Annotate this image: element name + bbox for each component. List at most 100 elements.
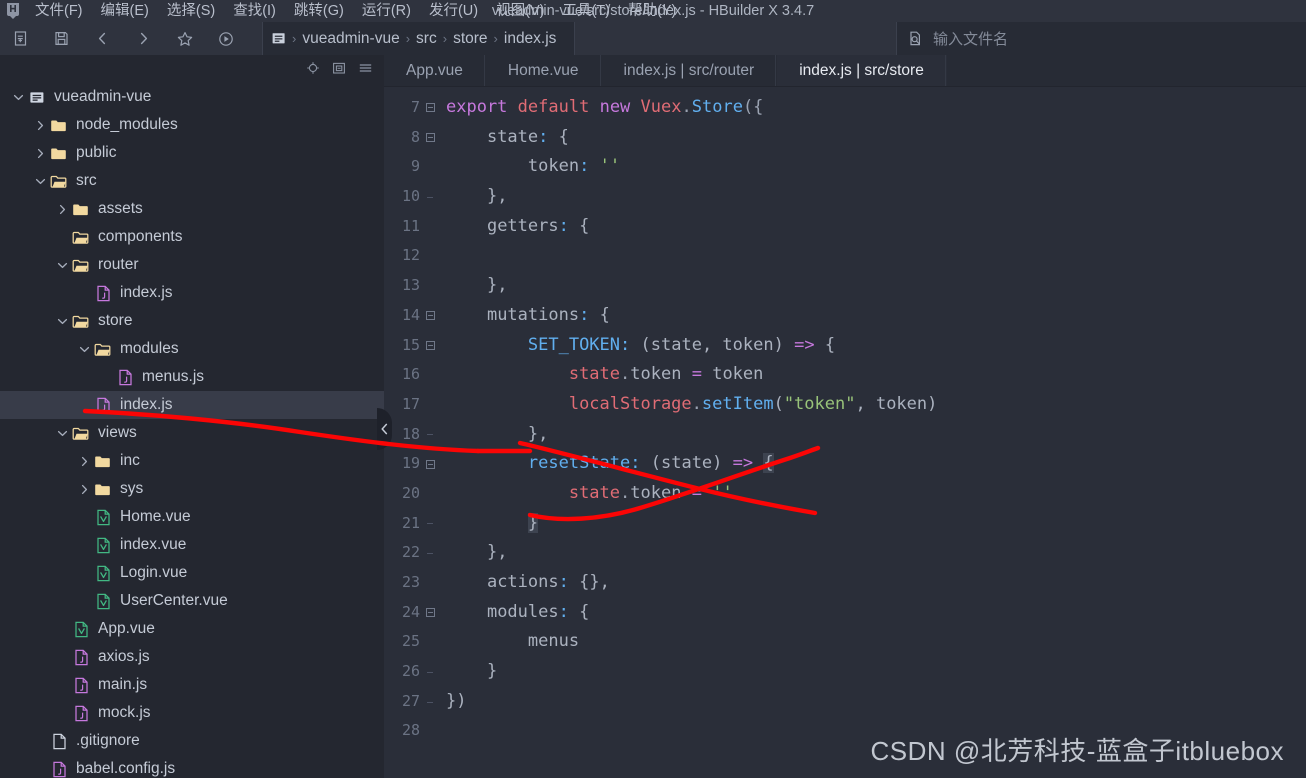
breadcrumb-item-src[interactable]: src [412,30,441,48]
code-line[interactable]: 21 } [384,509,1306,539]
menu-item-run[interactable]: 运行(R) [353,0,420,22]
tree-item-.gitignore[interactable]: .gitignore [0,727,384,755]
chevron-down-icon[interactable] [54,419,70,447]
menu-bar[interactable]: 文件(F) 编辑(E) 选择(S) 查找(I) 跳转(G) 运行(R) 发行(U… [26,0,685,22]
sidebar-menu-icon[interactable] [354,57,376,79]
code-line[interactable]: 23 actions: {}, [384,568,1306,598]
tree-item-index.vue[interactable]: index.vue [0,531,384,559]
code-line[interactable]: 24 modules: { [384,598,1306,628]
code-token: ( [773,393,784,414]
menu-item-select[interactable]: 选择(S) [158,0,224,22]
chevron-right-icon[interactable] [54,195,70,223]
breadcrumb-item-project[interactable]: vueadmin-vue [298,30,403,48]
tree-item-assets[interactable]: assets [0,195,384,223]
tree-item-index.js[interactable]: index.js [0,279,384,307]
forward-icon[interactable] [123,22,164,55]
code-fold-toggle-icon[interactable] [422,340,438,350]
tree-item-components[interactable]: components [0,223,384,251]
tree-item-main.js[interactable]: main.js [0,671,384,699]
editor-tab-1[interactable]: Home.vue [485,55,602,86]
chevron-down-icon[interactable] [32,167,48,195]
collapse-all-icon[interactable] [328,57,350,79]
code-fold-toggle-icon[interactable] [422,133,438,143]
code-line-text: }, [438,538,507,568]
code-token: . [620,482,631,503]
chevron-right-icon[interactable] [32,111,48,139]
tree-item-src[interactable]: src [0,167,384,195]
tree-item-mock.js[interactable]: mock.js [0,699,384,727]
code-line[interactable]: 22 }, [384,538,1306,568]
code-line[interactable]: 7 export default new Vuex.Store({ [384,93,1306,123]
code-line[interactable]: 25 menus [384,627,1306,657]
tree-item-axios.js[interactable]: axios.js [0,643,384,671]
menu-item-view[interactable]: 视图(V) [487,0,553,22]
menu-item-help[interactable]: 帮助(Y) [619,0,685,22]
code-fold-toggle-icon[interactable] [422,311,438,321]
chevron-right-icon[interactable] [76,475,92,503]
file-tree[interactable]: vueadmin-vue node_modules public src assets c… [0,81,384,778]
chevron-down-icon[interactable] [54,251,70,279]
tree-item-sys[interactable]: sys [0,475,384,503]
code-line[interactable]: 17 localStorage.setItem("token", token) [384,390,1306,420]
code-fold-toggle-icon[interactable] [422,608,438,618]
tree-item-inc[interactable]: inc [0,447,384,475]
code-line[interactable]: 8 state: { [384,123,1306,153]
tree-item-modules[interactable]: modules [0,335,384,363]
code-editor[interactable]: 7 export default new Vuex.Store({8 state:… [384,87,1306,778]
tree-item-babel.config.js[interactable]: babel.config.js [0,755,384,778]
tree-item-vueadmin-vue[interactable]: vueadmin-vue [0,83,384,111]
editor-tab-bar[interactable]: App.vue Home.vue index.js | src/router inde… [384,55,1306,87]
editor-tab-0[interactable]: App.vue [384,55,486,86]
tree-item-store[interactable]: store [0,307,384,335]
code-line[interactable]: 10 }, [384,182,1306,212]
run-icon[interactable] [205,22,246,55]
code-line[interactable]: 13 }, [384,271,1306,301]
menu-item-goto[interactable]: 跳转(G) [285,0,353,22]
favorite-star-icon[interactable] [164,22,205,55]
tree-item-login.vue[interactable]: Login.vue [0,559,384,587]
code-line[interactable]: 12 [384,241,1306,271]
chevron-down-icon[interactable] [54,307,70,335]
new-file-icon[interactable] [0,22,41,55]
filename-search-box[interactable]: 输入文件名 [896,22,1306,55]
editor-tab-3[interactable]: index.js | src/store [777,55,947,86]
code-line[interactable]: 20 state.token = '' [384,479,1306,509]
breadcrumb-item-file[interactable]: index.js [500,30,561,48]
chevron-down-icon[interactable] [10,83,26,111]
tree-item-views[interactable]: views [0,419,384,447]
menu-item-tools[interactable]: 工具(T) [553,0,619,22]
menu-item-edit[interactable]: 编辑(E) [92,0,158,22]
code-line[interactable]: 18 }, [384,420,1306,450]
code-line[interactable]: 26 } [384,657,1306,687]
tree-item-router[interactable]: router [0,251,384,279]
tree-item-public[interactable]: public [0,139,384,167]
tree-item-home.vue[interactable]: Home.vue [0,503,384,531]
code-fold-toggle-icon[interactable] [422,459,438,469]
code-line[interactable]: 9 token: '' [384,152,1306,182]
code-line[interactable]: 15 SET_TOKEN: (state, token) => { [384,331,1306,361]
menu-item-file[interactable]: 文件(F) [26,0,92,22]
code-fold-toggle-icon[interactable] [422,103,438,113]
code-line[interactable]: 11 getters: { [384,212,1306,242]
chevron-right-icon[interactable] [76,447,92,475]
menu-item-publish[interactable]: 发行(U) [420,0,487,22]
code-line[interactable]: 19 resetState: (state) => { [384,449,1306,479]
chevron-right-icon[interactable] [32,139,48,167]
code-content[interactable]: 7 export default new Vuex.Store({8 state:… [384,87,1306,746]
menu-item-find[interactable]: 查找(I) [224,0,285,22]
breadcrumb-item-store[interactable]: store [449,30,491,48]
code-line[interactable]: 27}) [384,687,1306,717]
tree-item-index.js[interactable]: index.js [0,391,384,419]
editor-tab-2[interactable]: index.js | src/router [601,55,778,86]
tree-item-app.vue[interactable]: App.vue [0,615,384,643]
tree-item-menus.js[interactable]: menus.js [0,363,384,391]
code-line[interactable]: 14 mutations: { [384,301,1306,331]
locate-file-icon[interactable] [302,57,324,79]
tree-item-node_modules[interactable]: node_modules [0,111,384,139]
breadcrumb[interactable]: › vueadmin-vue › src › store › index.js [262,22,576,55]
code-line[interactable]: 16 state.token = token [384,360,1306,390]
tree-item-usercenter.vue[interactable]: UserCenter.vue [0,587,384,615]
back-icon[interactable] [82,22,123,55]
save-icon[interactable] [41,22,82,55]
chevron-down-icon[interactable] [76,335,92,363]
